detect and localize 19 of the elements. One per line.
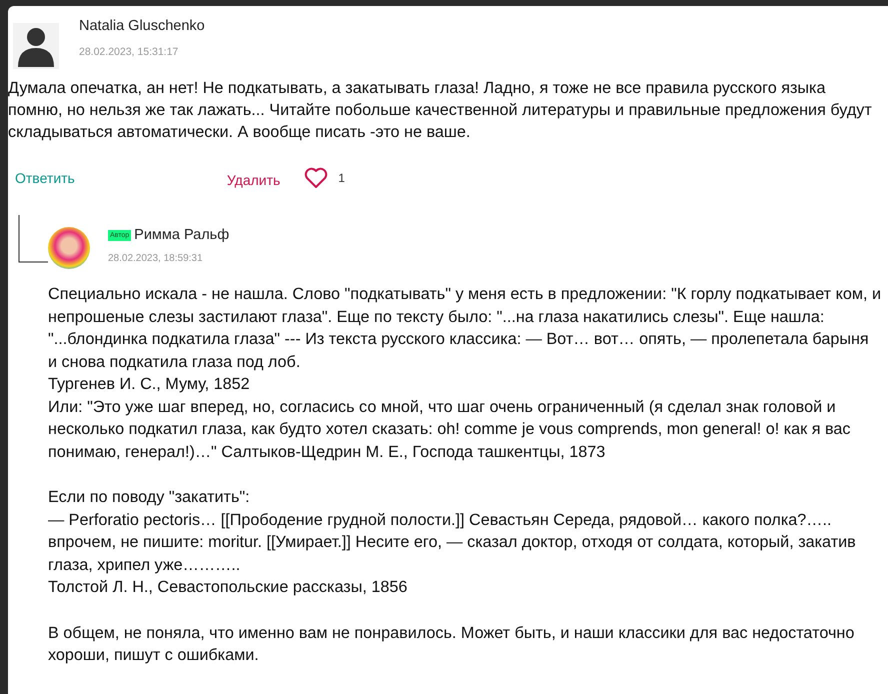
reply-date: 28.02.2023, 18:59:31 bbox=[108, 253, 204, 264]
reply-text: В общем, не поняла, что именно вам не понравилось. Может быть, и наши классики для вас недостаточно хороши, пишут с ошибками. bbox=[48, 622, 856, 666]
reply-text: Или: "Это уже шаг вперед, но, согласись со мной, что шаг очень ограниченный (я сделал знак головой и несколько подкатил глаза, как будто хотел сказать: oh! comme je vous comprends, mon general! o! как я вас понимаю, генерал!)…" Салтыков-Щедрин М. Е., Господа ташкентцы, 1873 bbox=[48, 396, 852, 462]
thread-connector-line bbox=[18, 215, 48, 263]
like-count: 1 bbox=[338, 171, 345, 185]
reply-text: Толстой Л. Н., Севастопольские рассказы, 1856 bbox=[48, 577, 408, 598]
avatar-photo-placeholder bbox=[48, 227, 90, 269]
reply-text: — Perforatio pectoris… [[Прободение грудной полости.]] Севастьян Середа, рядовой… какого полка?….. впрочем, не пишите: moritur. [[Умирает.]] Несите его, — сказал доктор, отходя от солдата, который, закатив глаза, хрипел уже……….. bbox=[48, 510, 857, 576]
comment-text: Думала опечатка, ан нет! Не подкатывать, а закатывать глаза! Ладно, я тоже не все правила русского языка помню, но нельзя же так лажать... Читайте побольше качественной литературы и правильные предложения будут складываться автоматически. А вообще писать -это не ваше. bbox=[8, 78, 873, 143]
heart-icon[interactable] bbox=[304, 167, 328, 189]
author-name: Natalia Gluschenko bbox=[79, 18, 205, 34]
delete-link[interactable]: Удалить bbox=[226, 172, 280, 188]
reply-text: Если по поводу "закатить": bbox=[48, 487, 251, 508]
reply-link[interactable]: Ответить bbox=[15, 170, 75, 186]
author-name: Римма Ральф bbox=[134, 227, 230, 243]
reply-text: Специально искала - не нашла. Слово "подкатывать" у меня есть в предложении: "К горлу подкатывает ком, и непрошеные слезы застилают глаза". Еще по тексту было: "...на глаза накатились слезы". Еще нашла: "...блондинка подкатила глаза" --- Из текста русского классика: — Вот… вот… опять, — пролепетала барыня и снова подкатила глаза под лоб. bbox=[48, 284, 882, 372]
user-avatar-icon bbox=[13, 23, 59, 69]
reply-text: Тургенев И. С., Муму, 1852 bbox=[48, 374, 251, 395]
comment-date: 28.02.2023, 15:31:17 bbox=[79, 46, 180, 58]
